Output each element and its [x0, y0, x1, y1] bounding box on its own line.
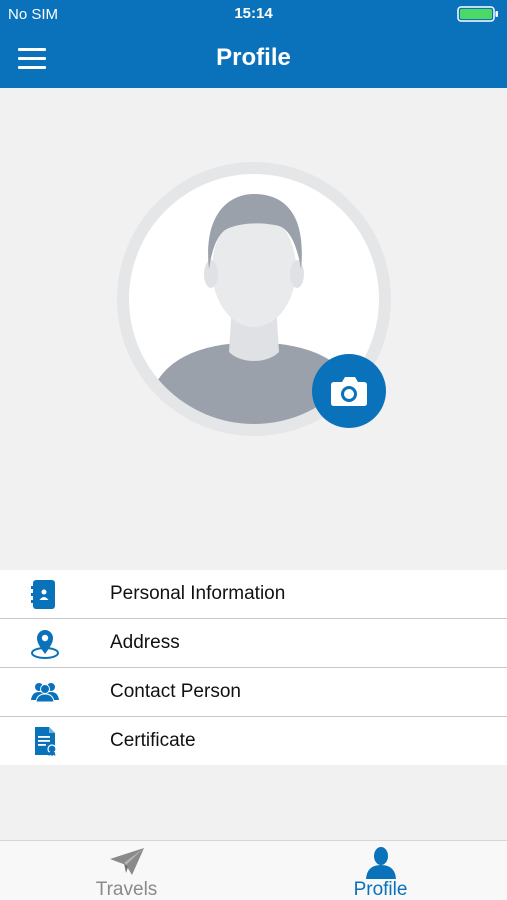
battery-icon	[457, 6, 498, 22]
status-bar: No SIM 15:14	[0, 0, 507, 30]
tab-label: Profile	[353, 879, 408, 900]
tab-profile[interactable]: Profile	[254, 841, 507, 900]
location-pin-icon	[31, 630, 59, 659]
paper-plane-icon	[110, 848, 144, 875]
menu-item-label: Address	[110, 632, 180, 653]
navigation-bar: Profile	[0, 30, 507, 88]
menu-item-address[interactable]: Address	[0, 619, 507, 668]
menu-item-label: Certificate	[110, 730, 196, 751]
tab-bar: Travels Profile	[0, 840, 507, 900]
page-title: Profile	[216, 44, 291, 71]
certificate-icon	[35, 727, 57, 757]
top-bar: No SIM 15:14 Profile	[0, 0, 507, 88]
menu-item-certificate[interactable]: Certificate	[0, 717, 507, 765]
tab-label: Travels	[95, 879, 158, 900]
menu-item-label: Contact Person	[110, 681, 241, 702]
people-icon	[31, 683, 59, 703]
person-icon	[366, 847, 396, 879]
contact-card-icon	[31, 580, 55, 609]
profile-menu-list: Personal Information Address Contact Per…	[0, 570, 507, 765]
menu-item-contact-person[interactable]: Contact Person	[0, 668, 507, 717]
status-time: 15:14	[234, 5, 273, 22]
change-photo-button[interactable]	[312, 354, 386, 428]
profile-screen: No SIM 15:14 Profile Personal Informatio…	[0, 0, 507, 900]
menu-item-label: Personal Information	[110, 583, 286, 604]
camera-icon	[331, 377, 367, 406]
menu-item-personal-information[interactable]: Personal Information	[0, 570, 507, 619]
tab-travels[interactable]: Travels	[0, 841, 253, 900]
